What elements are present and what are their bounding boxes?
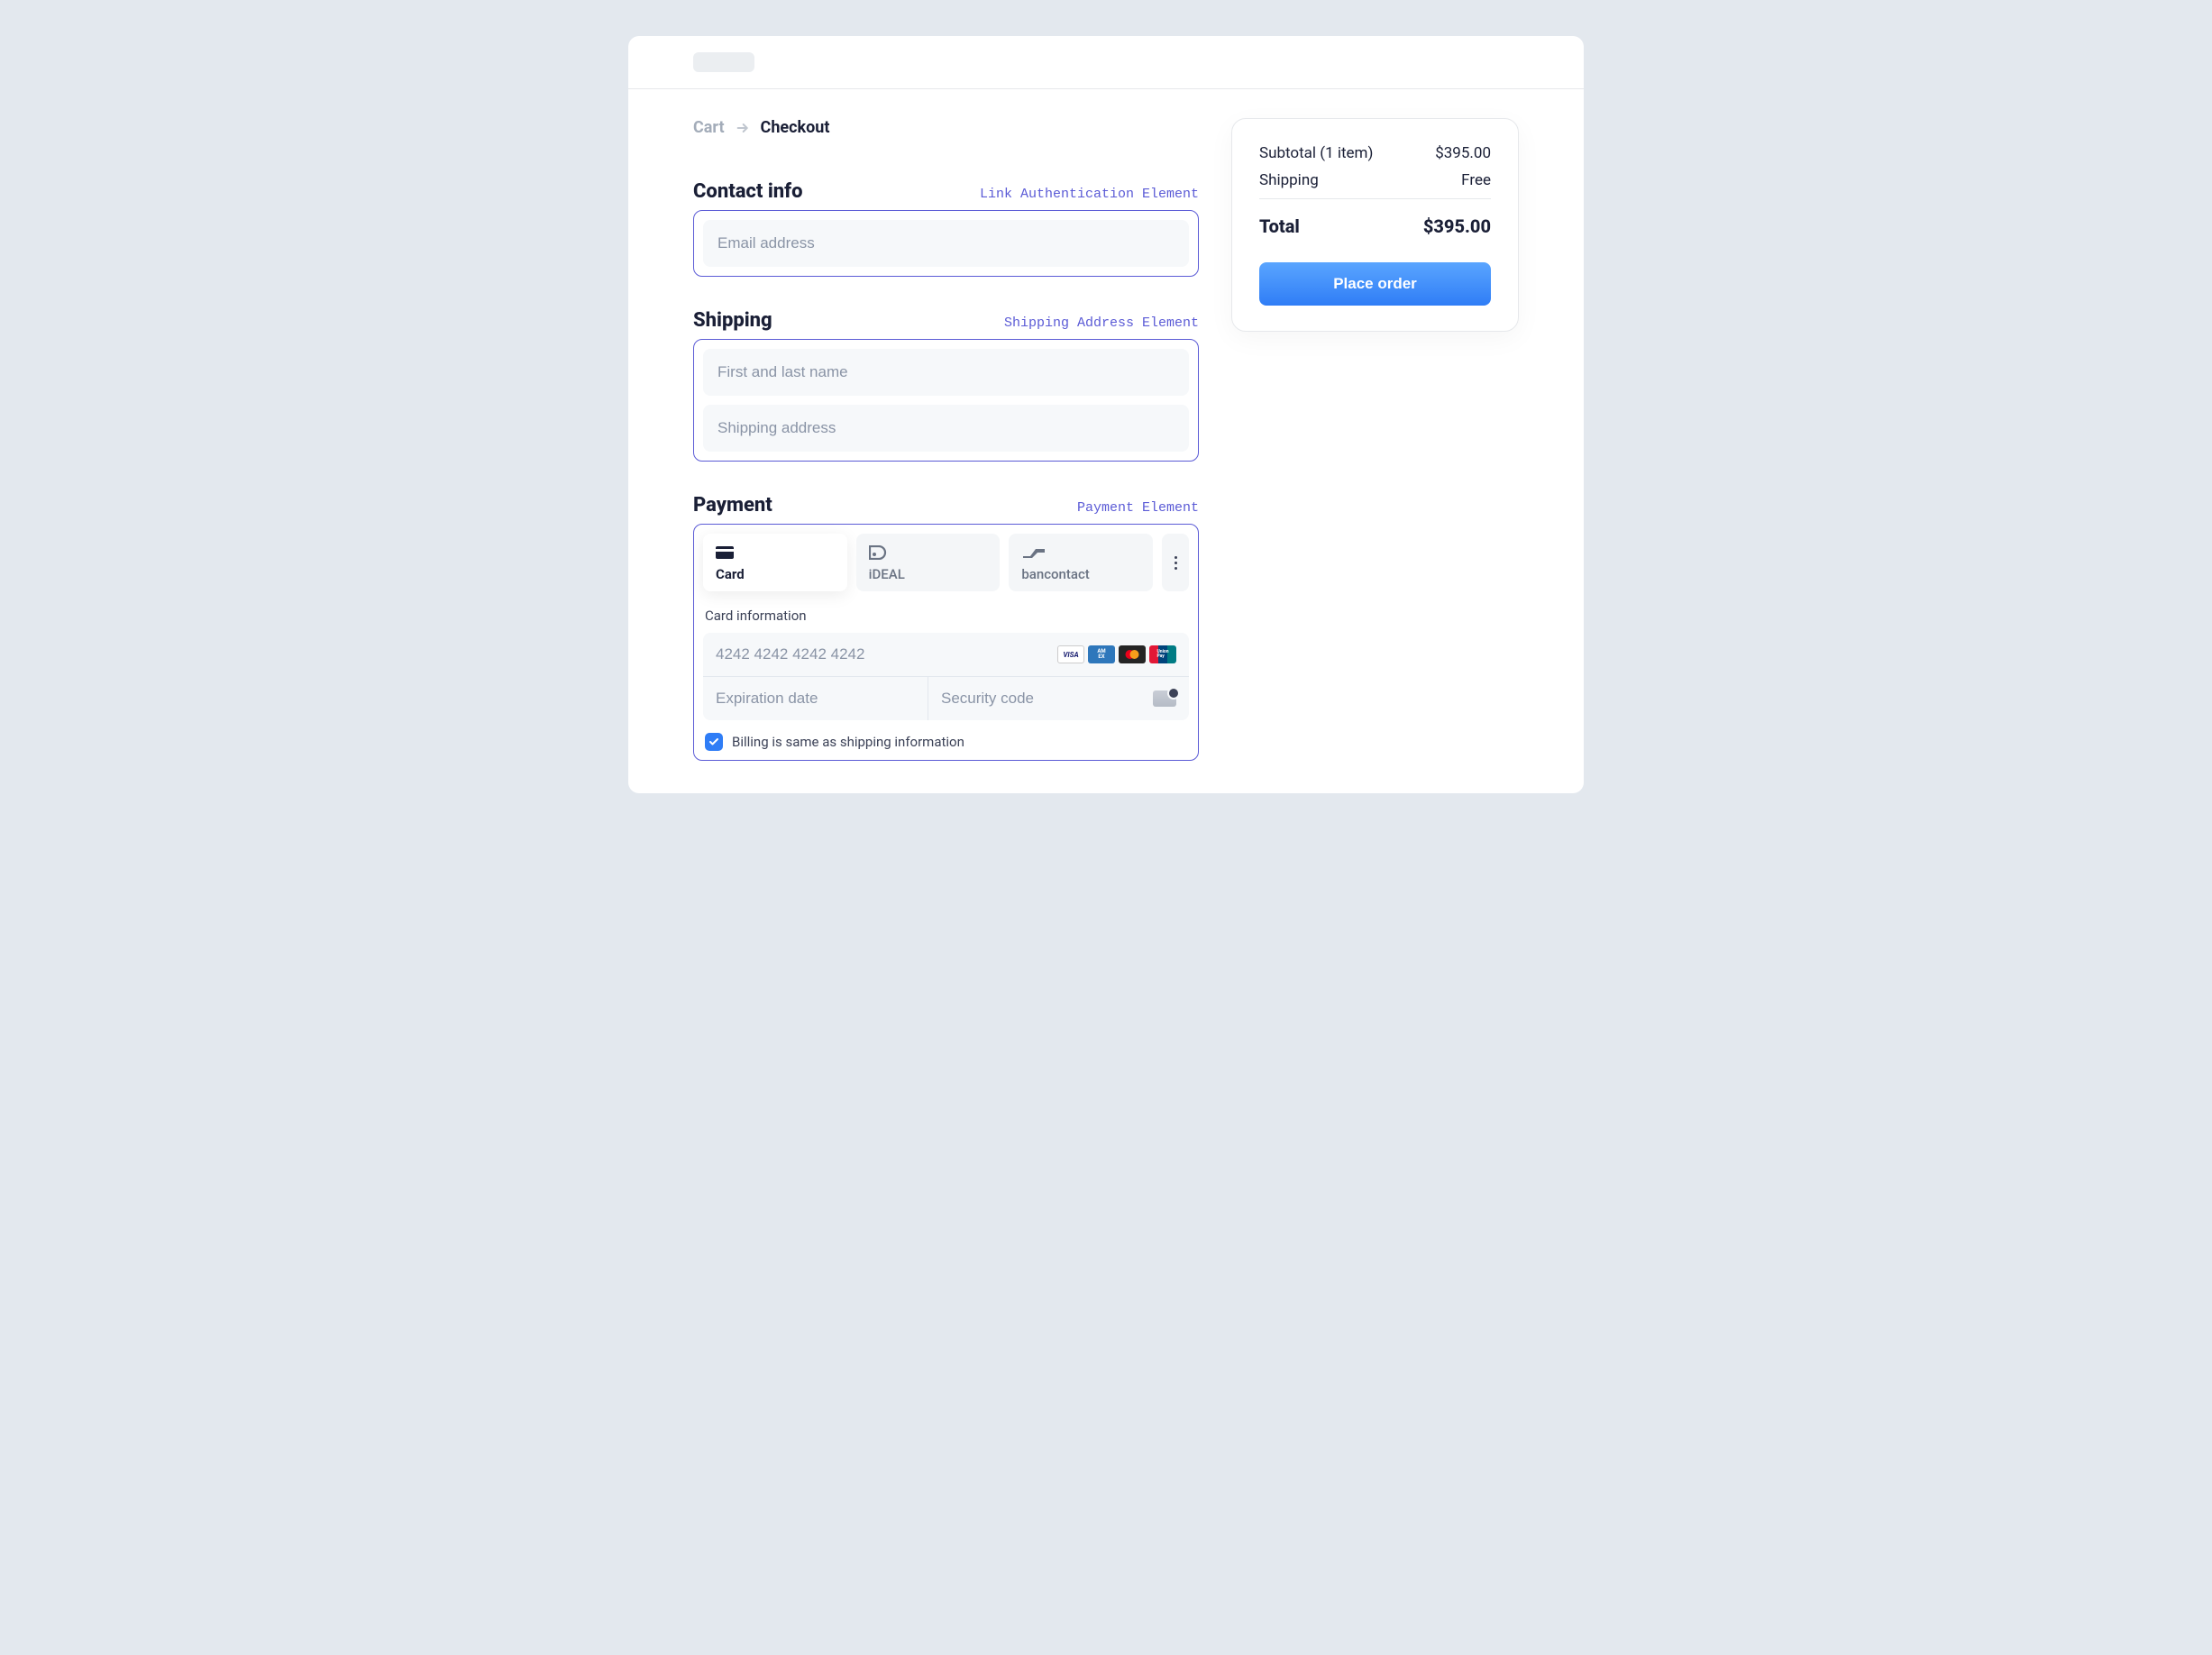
visa-icon: VISA bbox=[1057, 645, 1084, 663]
shipping-title: Shipping bbox=[693, 309, 772, 332]
logo-placeholder bbox=[693, 52, 754, 72]
payment-method-card[interactable]: Card bbox=[703, 534, 847, 591]
card-number-input[interactable] bbox=[716, 645, 1057, 663]
payment-method-label: iDEAL bbox=[869, 566, 988, 582]
subtotal-label: Subtotal (1 item) bbox=[1259, 144, 1373, 162]
card-field-group: VISA AMEX UnionPay bbox=[703, 633, 1189, 720]
shipping-label: Shipping bbox=[1259, 171, 1319, 189]
billing-same-label: Billing is same as shipping information bbox=[732, 734, 964, 750]
payment-section-head: Payment Payment Element bbox=[693, 494, 1199, 517]
ideal-icon bbox=[869, 544, 988, 561]
summary-shipping-row: Shipping Free bbox=[1259, 171, 1491, 189]
card-number-row: VISA AMEX UnionPay bbox=[703, 633, 1189, 677]
payment-section: Payment Payment Element Card bbox=[693, 494, 1199, 761]
place-order-button[interactable]: Place order bbox=[1259, 262, 1491, 306]
summary-subtotal-row: Subtotal (1 item) $395.00 bbox=[1259, 144, 1491, 162]
mastercard-icon bbox=[1119, 645, 1146, 663]
shipping-value: Free bbox=[1461, 171, 1491, 189]
breadcrumb: Cart Checkout bbox=[693, 118, 1199, 137]
payment-method-more[interactable] bbox=[1162, 534, 1189, 591]
card-icon bbox=[716, 544, 835, 561]
cvc-input[interactable] bbox=[928, 677, 1153, 720]
email-input[interactable] bbox=[703, 220, 1189, 267]
bancontact-icon bbox=[1021, 544, 1140, 561]
billing-same-checkbox[interactable] bbox=[705, 733, 723, 751]
contact-section: Contact info Link Authentication Element bbox=[693, 180, 1199, 277]
subtotal-value: $395.00 bbox=[1435, 144, 1491, 162]
order-summary: Subtotal (1 item) $395.00 Shipping Free … bbox=[1231, 118, 1519, 332]
card-sub-row bbox=[703, 677, 1189, 720]
more-icon bbox=[1175, 554, 1177, 571]
address-input[interactable] bbox=[703, 405, 1189, 452]
shipping-section-head: Shipping Shipping Address Element bbox=[693, 309, 1199, 332]
left-column: Cart Checkout Contact info Link Authenti… bbox=[693, 118, 1199, 793]
payment-title: Payment bbox=[693, 494, 772, 517]
unionpay-icon: UnionPay bbox=[1149, 645, 1176, 663]
right-column: Subtotal (1 item) $395.00 Shipping Free … bbox=[1231, 118, 1519, 332]
billing-same-row: Billing is same as shipping information bbox=[703, 733, 1189, 751]
card-brands: VISA AMEX UnionPay bbox=[1057, 645, 1176, 663]
contact-element-tag: Link Authentication Element bbox=[980, 187, 1199, 202]
payment-element-box: Card iDEAL bancontact bbox=[693, 524, 1199, 761]
total-value: $395.00 bbox=[1423, 215, 1491, 237]
total-label: Total bbox=[1259, 215, 1300, 237]
contact-title: Contact info bbox=[693, 180, 803, 203]
summary-divider bbox=[1259, 198, 1491, 199]
summary-total-row: Total $395.00 bbox=[1259, 215, 1491, 237]
payment-method-bancontact[interactable]: bancontact bbox=[1009, 534, 1153, 591]
contact-section-head: Contact info Link Authentication Element bbox=[693, 180, 1199, 203]
payment-methods: Card iDEAL bancontact bbox=[703, 534, 1189, 591]
contact-element-box bbox=[693, 210, 1199, 277]
shipping-section: Shipping Shipping Address Element bbox=[693, 309, 1199, 462]
card-info-label: Card information bbox=[703, 608, 1189, 624]
shipping-element-box bbox=[693, 339, 1199, 462]
name-input[interactable] bbox=[703, 349, 1189, 396]
checkout-card: Cart Checkout Contact info Link Authenti… bbox=[628, 36, 1584, 793]
cvc-cell bbox=[928, 677, 1189, 720]
breadcrumb-cart[interactable]: Cart bbox=[693, 118, 725, 137]
page-content: Cart Checkout Contact info Link Authenti… bbox=[628, 89, 1584, 793]
payment-element-tag: Payment Element bbox=[1077, 500, 1199, 516]
amex-icon: AMEX bbox=[1088, 645, 1115, 663]
expiration-input[interactable] bbox=[703, 677, 928, 720]
breadcrumb-checkout: Checkout bbox=[761, 118, 830, 137]
payment-method-ideal[interactable]: iDEAL bbox=[856, 534, 1001, 591]
shipping-element-tag: Shipping Address Element bbox=[1004, 315, 1199, 331]
arrow-right-icon bbox=[736, 121, 750, 135]
page-header bbox=[628, 36, 1584, 89]
payment-method-label: bancontact bbox=[1021, 566, 1140, 582]
payment-method-label: Card bbox=[716, 566, 835, 582]
cvc-icon bbox=[1153, 690, 1176, 707]
